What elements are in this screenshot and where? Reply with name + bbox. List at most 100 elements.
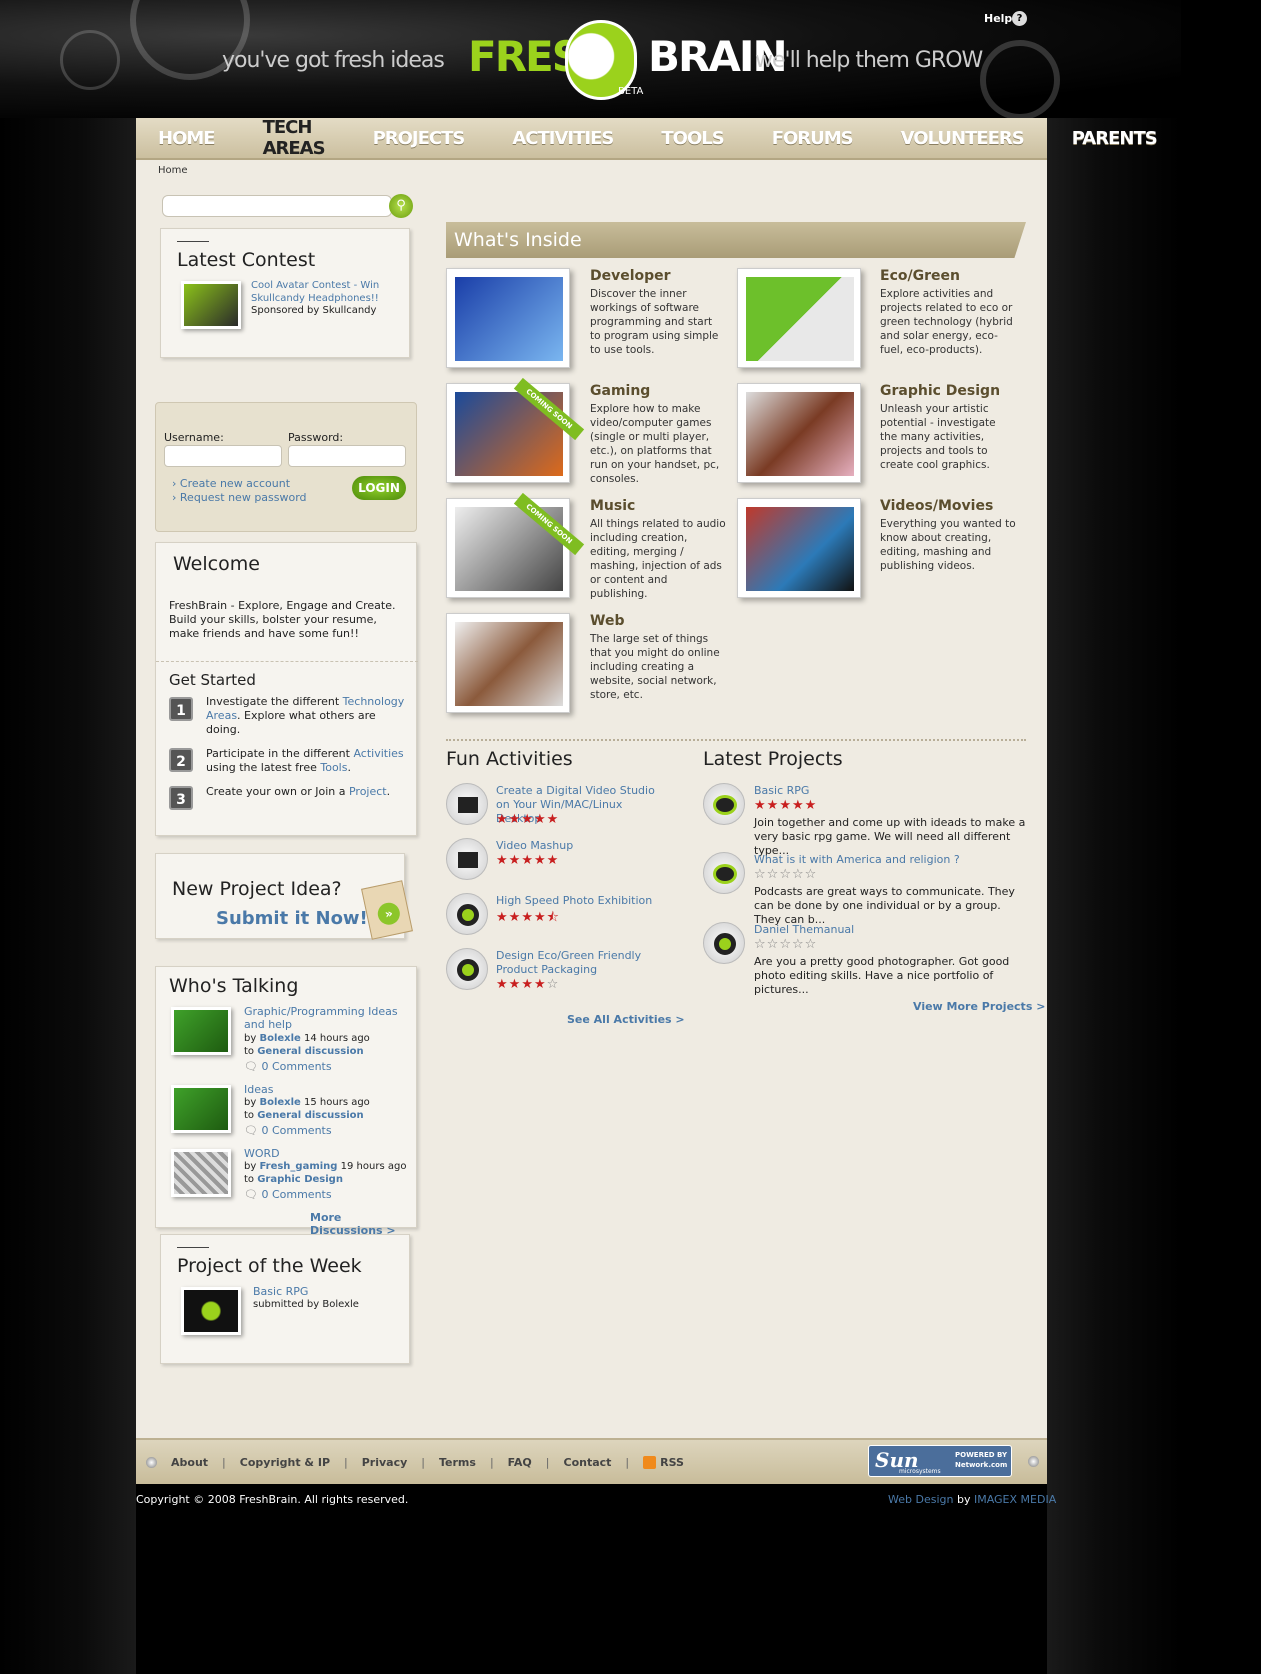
nav-parents[interactable]: PARENTS — [1072, 128, 1158, 149]
user-link[interactable]: Bolexle — [259, 1097, 300, 1108]
grunge-circle-decoration — [980, 40, 1060, 118]
category-graphic-design[interactable]: Graphic Design — [880, 383, 1000, 399]
question-icon[interactable]: ? — [1012, 11, 1027, 26]
project-link[interactable]: Project — [349, 785, 387, 798]
clapperboard-icon[interactable] — [446, 783, 488, 825]
star-icon: ★ — [508, 812, 522, 827]
eco-green-thumbnail[interactable] — [737, 268, 861, 368]
nav-forums[interactable]: FORUMS — [772, 128, 854, 149]
comments-link[interactable]: 🗨 0 Comments — [244, 1188, 332, 1201]
imagex-media-link[interactable]: IMAGEX MEDIA — [974, 1493, 1056, 1506]
gaming-thumbnail[interactable]: COMING SOON — [446, 377, 585, 483]
welcome-box: Welcome FreshBrain - Explore, Engage and… — [155, 542, 418, 836]
new-project-box[interactable]: New Project Idea? Submit it Now! » — [155, 853, 413, 940]
web-thumbnail[interactable] — [446, 613, 570, 713]
footer-contact-link[interactable]: Contact — [564, 1456, 612, 1469]
camera-lens-icon[interactable] — [446, 893, 488, 935]
view-more-projects-link[interactable]: View More Projects > — [913, 1000, 1045, 1013]
rss-icon[interactable] — [643, 1455, 657, 1469]
discussion-title[interactable]: Ideas — [244, 1083, 273, 1096]
discussion-title[interactable]: WORD — [244, 1147, 280, 1160]
footer-copyright-link[interactable]: Copyright & IP — [240, 1456, 330, 1469]
nav-volunteers[interactable]: VOLUNTEERS — [901, 128, 1025, 149]
camera-lens-icon[interactable] — [446, 948, 488, 990]
rating-stars: ☆☆☆☆☆ — [754, 937, 817, 952]
submit-now-link[interactable]: Submit it Now! — [216, 908, 368, 929]
create-account-link[interactable]: › Create new account — [172, 477, 290, 490]
breadcrumb[interactable]: Home — [158, 165, 188, 176]
footer-about-link[interactable]: About — [171, 1456, 208, 1469]
footer-divider: | — [222, 1455, 226, 1469]
footer-rss-link[interactable]: RSS — [660, 1456, 684, 1469]
password-field[interactable] — [288, 445, 406, 467]
discussion-thumbnail[interactable] — [171, 1085, 231, 1133]
category-developer[interactable]: Developer — [590, 268, 671, 284]
see-all-activities-link[interactable]: See All Activities > — [567, 1013, 685, 1026]
activity-title[interactable]: Video Mashup — [496, 839, 573, 852]
request-password-link[interactable]: › Request new password — [172, 491, 307, 504]
graphic-design-thumbnail[interactable] — [737, 383, 861, 483]
footer-faq-link[interactable]: FAQ — [508, 1456, 532, 1469]
clapperboard-icon[interactable] — [446, 838, 488, 880]
category-music[interactable]: Music — [590, 498, 635, 514]
comment-bubble-icon: 🗨 — [244, 1188, 258, 1201]
tools-link[interactable]: Tools — [320, 761, 347, 774]
developer-thumbnail[interactable] — [446, 268, 570, 368]
forum-link[interactable]: Graphic Design — [257, 1174, 343, 1185]
project-title[interactable]: Basic RPG — [754, 784, 809, 797]
user-link[interactable]: Bolexle — [259, 1033, 300, 1044]
help-link[interactable]: Help — [984, 12, 1012, 25]
contest-thumbnail[interactable] — [181, 281, 241, 329]
web-design-link[interactable]: Web Design — [888, 1493, 953, 1506]
star-icon: ★ — [791, 798, 805, 813]
nav-activities[interactable]: ACTIVITIES — [512, 128, 614, 149]
star-icon: ☆ — [791, 937, 805, 952]
discussion-title[interactable]: Graphic/Programming Ideas and help — [244, 1005, 404, 1031]
camera-lens-icon[interactable] — [703, 922, 745, 964]
forum-link[interactable]: General discussion — [257, 1110, 363, 1121]
controller-icon[interactable] — [703, 852, 745, 894]
star-icon: ★ — [521, 853, 534, 868]
search-icon[interactable]: ⚲ — [389, 194, 413, 218]
tagline-left: you've got fresh ideas — [222, 48, 445, 73]
project-title[interactable]: What is it with America and religion ? — [754, 853, 960, 866]
nav-tech-areas[interactable]: TECH AREAS — [263, 117, 326, 159]
footer-divider: | — [344, 1455, 348, 1469]
user-link[interactable]: Fresh_gaming — [259, 1161, 337, 1172]
section-divider — [446, 739, 1026, 741]
category-videos-movies[interactable]: Videos/Movies — [880, 498, 993, 514]
controller-icon[interactable] — [703, 783, 745, 825]
login-button[interactable]: LOGIN — [352, 476, 406, 500]
videos-movies-thumbnail[interactable] — [737, 498, 861, 598]
discussion-author: by Fresh_gaming 19 hours ago — [244, 1161, 407, 1172]
comments-link[interactable]: 🗨 0 Comments — [244, 1124, 332, 1137]
star-icon: ★ — [521, 910, 534, 925]
category-gaming[interactable]: Gaming — [590, 383, 650, 399]
footer-privacy-link[interactable]: Privacy — [362, 1456, 408, 1469]
star-icon: ★ — [521, 812, 534, 827]
forum-link[interactable]: General discussion — [257, 1046, 363, 1057]
activity-title[interactable]: Design Eco/Green Friendly Product Packag… — [496, 949, 656, 977]
username-field[interactable] — [164, 445, 282, 467]
nav-projects[interactable]: PROJECTS — [373, 128, 466, 149]
music-thumbnail[interactable]: COMING SOON — [446, 492, 585, 598]
sun-network-badge[interactable]: Sun microsystems POWERED BY Network.com — [868, 1445, 1012, 1477]
discussion-thumbnail[interactable] — [171, 1149, 231, 1197]
footer-terms-link[interactable]: Terms — [439, 1456, 476, 1469]
search-input[interactable] — [162, 195, 392, 217]
nav-tools[interactable]: TOOLS — [661, 128, 724, 149]
category-web[interactable]: Web — [590, 613, 624, 629]
project-title[interactable]: Daniel Themanual — [754, 923, 854, 936]
category-eco-green[interactable]: Eco/Green — [880, 268, 960, 284]
project-thumbnail[interactable] — [181, 1287, 241, 1335]
comments-link[interactable]: 🗨 0 Comments — [244, 1060, 332, 1073]
activities-link[interactable]: Activities — [353, 747, 403, 760]
activity-title[interactable]: High Speed Photo Exhibition — [496, 894, 652, 907]
discussion-thumbnail[interactable] — [171, 1007, 231, 1055]
nav-home[interactable]: HOME — [158, 128, 216, 149]
contest-link[interactable]: Cool Avatar Contest - Win Skullcandy Hea… — [251, 279, 401, 305]
star-icon: ☆ — [791, 867, 805, 882]
latest-contest-title: Latest Contest — [177, 249, 316, 271]
project-of-week-link[interactable]: Basic RPG — [253, 1285, 308, 1298]
footer-divider: | — [489, 1455, 494, 1469]
